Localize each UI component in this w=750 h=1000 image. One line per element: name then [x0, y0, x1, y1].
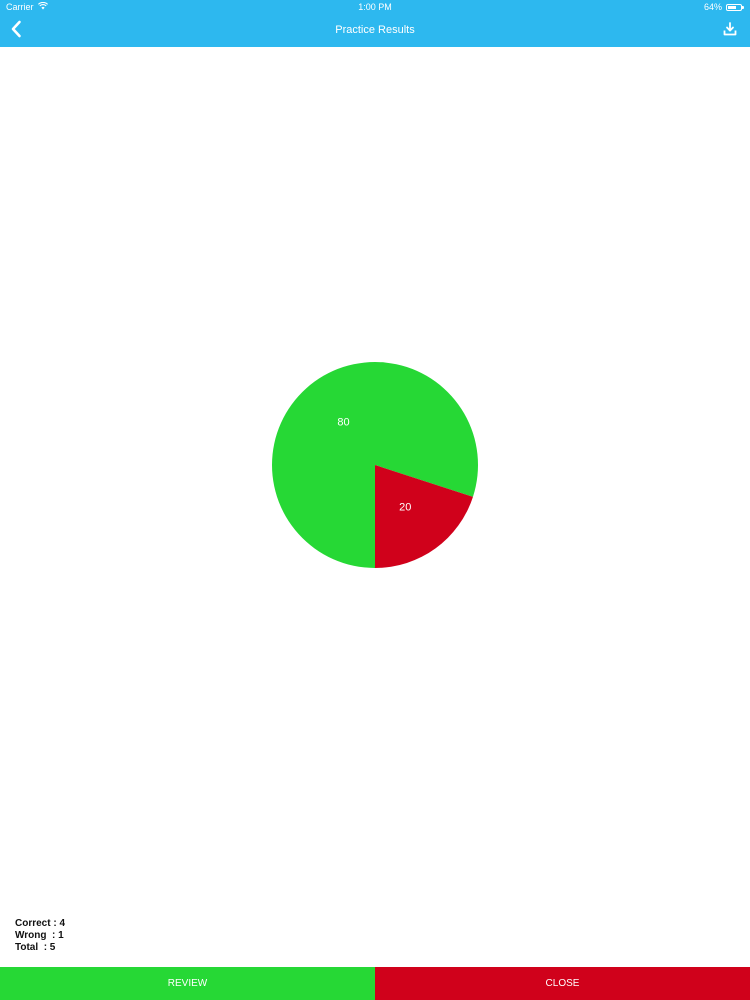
review-button[interactable]: REVIEW: [0, 967, 375, 1000]
correct-count: Correct : 4: [15, 918, 66, 929]
close-button[interactable]: CLOSE: [375, 967, 750, 1000]
pie-label-80: 80: [337, 417, 349, 429]
status-bar: Carrier 1:00 PM 64%: [0, 0, 750, 14]
header: Carrier 1:00 PM 64% Practice Results: [0, 0, 750, 47]
bottom-action-bar: REVIEW CLOSE: [0, 967, 750, 1000]
results-summary: Correct : 4 Wrong : 1 Total : 5: [15, 918, 65, 954]
nav-bar: Practice Results: [0, 14, 750, 47]
battery-icon: [726, 3, 744, 11]
pie-label-20: 20: [399, 502, 411, 514]
total-count: Total : 5: [15, 942, 56, 953]
practice-results-screen: Carrier 1:00 PM 64% Practice Results 80 …: [0, 0, 750, 1000]
download-button[interactable]: [720, 21, 740, 41]
page-title: Practice Results: [335, 24, 415, 36]
battery-level: [728, 5, 736, 9]
results-pie-chart: 80 20: [271, 361, 479, 569]
download-icon: [723, 21, 737, 41]
battery-percent: 64%: [703, 2, 722, 12]
wrong-count: Wrong : 1: [15, 930, 64, 941]
status-time: 1:00 PM: [358, 2, 392, 12]
pie-chart-svg: 80 20: [272, 361, 478, 568]
